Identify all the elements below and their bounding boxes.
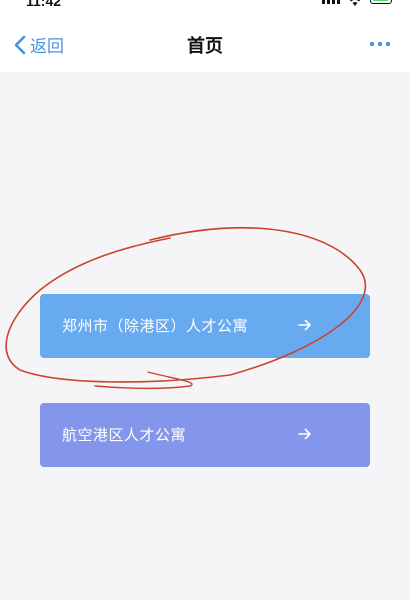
status-time: 11:42	[26, 0, 62, 9]
entry-zhengzhou-talent-apartment[interactable]: 郑州市（除港区）人才公寓	[40, 294, 370, 358]
more-button[interactable]	[368, 32, 392, 52]
entry-label: 郑州市（除港区）人才公寓	[62, 317, 249, 335]
more-dots-icon	[368, 32, 392, 52]
entry-label: 航空港区人才公寓	[62, 426, 187, 444]
arrow-right-icon	[298, 427, 312, 441]
entry-airport-zone-talent-apartment[interactable]: 航空港区人才公寓	[40, 403, 370, 467]
app-screen: 11:42 返回 首页 郑州市（除港区）人才公寓 航空港区人才公寓	[0, 0, 410, 600]
signal-icon	[322, 0, 340, 4]
wifi-icon	[348, 0, 362, 6]
battery-icon	[370, 0, 392, 4]
status-bar: 11:42	[0, 0, 410, 10]
navigation-bar: 返回 首页	[0, 10, 410, 72]
page-title: 首页	[187, 36, 223, 57]
arrow-right-icon	[298, 318, 312, 332]
status-icons	[322, 0, 392, 6]
